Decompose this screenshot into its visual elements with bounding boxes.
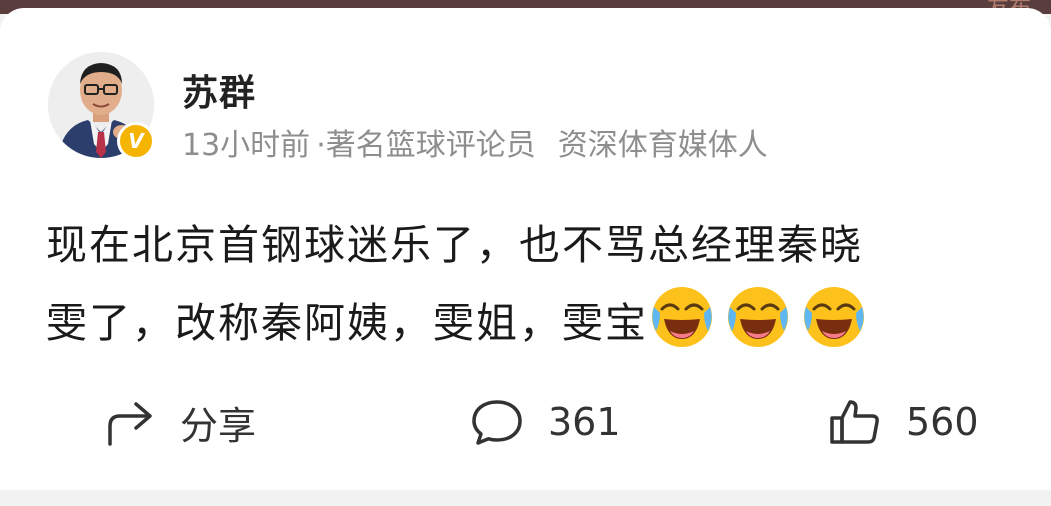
meta-separator: · (316, 128, 326, 163)
author-name[interactable]: 苏群 (182, 64, 256, 116)
like-count: 560 (906, 400, 979, 444)
post-content-line-1: 现在北京首钢球迷乐了，也不骂总经理秦晓 (46, 221, 863, 269)
verified-badge-icon: V (117, 122, 155, 160)
verified-badge-label: V (128, 129, 144, 153)
share-button[interactable]: 分享 (104, 392, 256, 452)
post-card: V 苏群 13小时前 ·著名篮球评论员 资深体育媒体人 现在北京首钢球迷乐了，也不骂… (0, 8, 1051, 490)
post-meta: 13小时前 ·著名篮球评论员 资深体育媒体人 (182, 120, 768, 164)
laughing-crying-emoji-icon (804, 287, 864, 347)
post-content-line-2-wrap: 雯了，改称秦阿姨，雯姐，雯宝 (46, 283, 1021, 361)
comment-button[interactable]: 361 (470, 392, 621, 452)
post-time: 13小时前 (182, 128, 311, 163)
laughing-crying-emoji-icon (728, 287, 788, 347)
comment-count: 361 (548, 400, 621, 444)
laughing-crying-emoji-icon (652, 287, 712, 347)
post-content[interactable]: 现在北京首钢球迷乐了，也不骂总经理秦晓 雯了，改称秦阿姨，雯姐，雯宝 (46, 208, 1021, 361)
like-button[interactable]: 560 (828, 392, 979, 452)
post-content-line-2: 雯了，改称秦阿姨，雯姐，雯宝 (46, 299, 648, 347)
share-label: 分享 (180, 403, 257, 448)
author-title-1: 著名篮球评论员 (325, 128, 536, 163)
share-arrow-icon (108, 402, 152, 446)
thumbs-up-icon (830, 400, 879, 444)
comment-bubble-icon (472, 400, 522, 445)
author-title-2: 资深体育媒体人 (557, 128, 768, 163)
